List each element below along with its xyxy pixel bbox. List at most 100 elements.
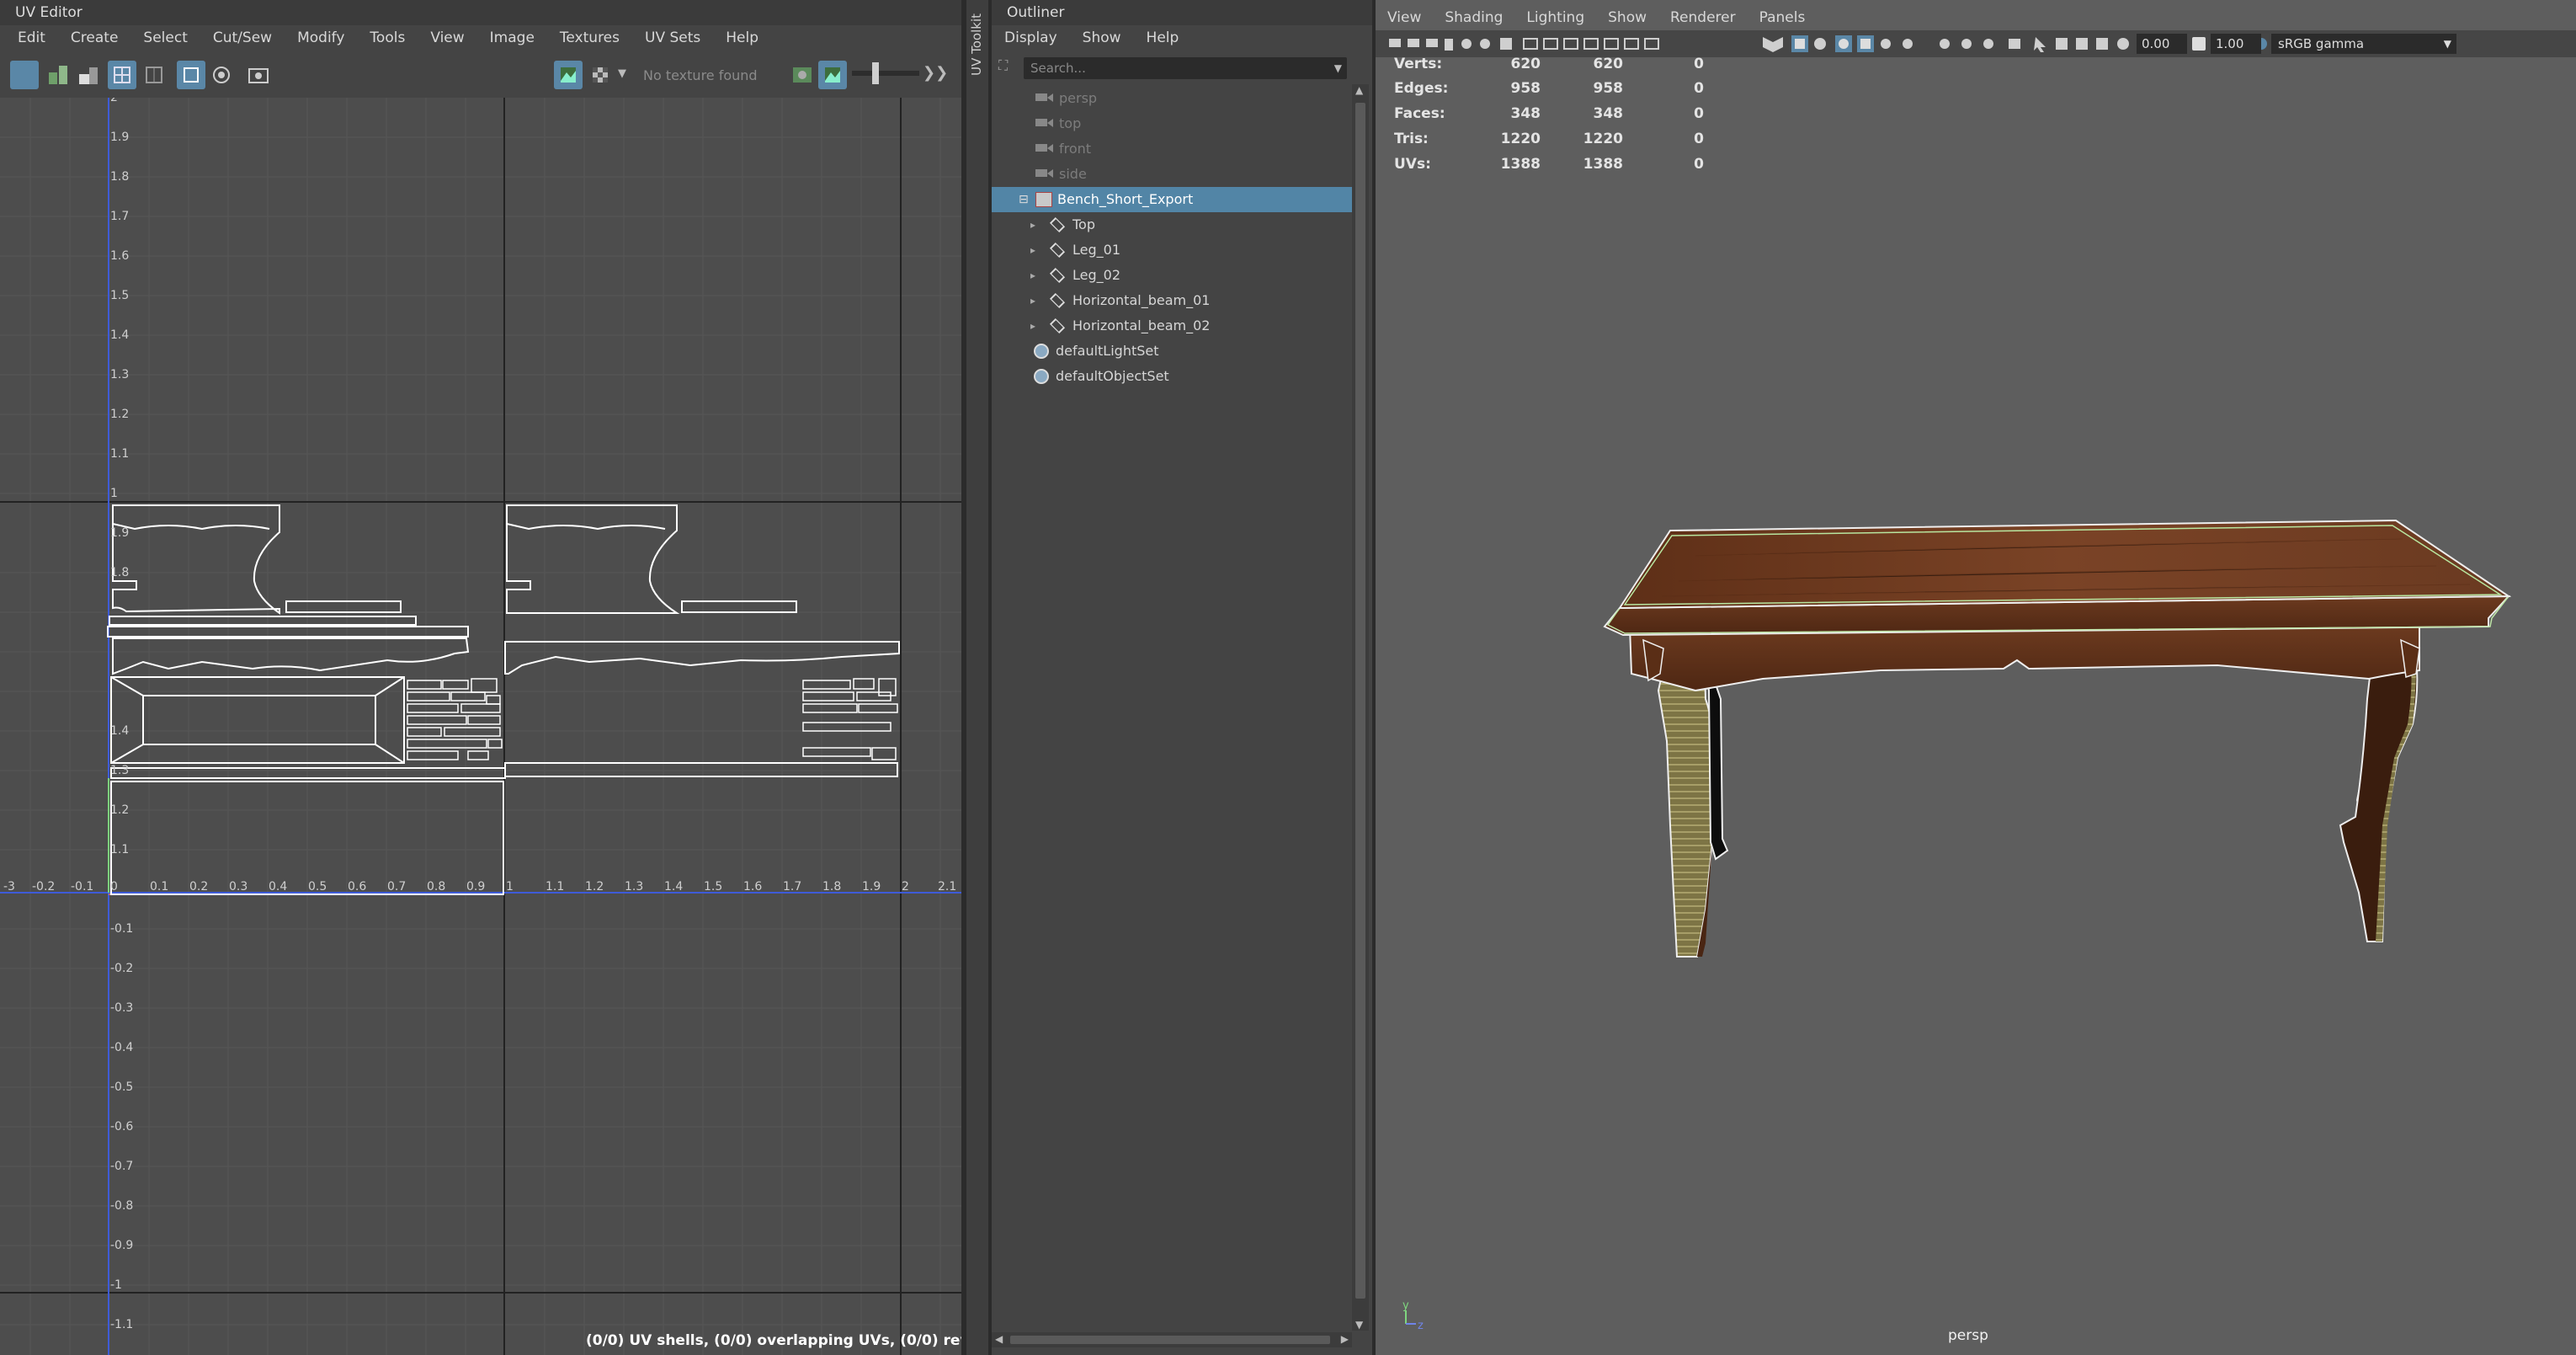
uv-y-tick: 1.2 bbox=[110, 408, 129, 421]
menu-show[interactable]: Show bbox=[1070, 25, 1134, 51]
menu-help[interactable]: Help bbox=[1134, 25, 1192, 51]
outliner-vertical-scrollbar[interactable]: ▲ ▼ bbox=[1352, 84, 1369, 1331]
outliner-item-persp[interactable]: persp bbox=[992, 86, 1352, 111]
uv-y-tick: -1 bbox=[110, 1278, 122, 1292]
target-icon[interactable] bbox=[207, 61, 236, 89]
outliner-item-bench-short-export[interactable]: ⊟ Bench_Short_Export bbox=[992, 187, 1352, 212]
scroll-down-icon[interactable]: ▼ bbox=[1355, 1319, 1363, 1331]
scrollbar-thumb[interactable] bbox=[1010, 1336, 1330, 1344]
outliner-item-leg-01[interactable]: ▸ Leg_01 bbox=[992, 237, 1352, 263]
camera-icon bbox=[1035, 93, 1047, 101]
scrollbar-thumb[interactable] bbox=[1355, 103, 1365, 1299]
expand-icon[interactable]: ▸ bbox=[1030, 212, 1035, 237]
collapse-icon[interactable]: ⊟ bbox=[1019, 187, 1029, 212]
scroll-right-icon[interactable]: ▶ bbox=[1341, 1333, 1349, 1345]
bench-model[interactable]: y z bbox=[1376, 0, 2576, 1355]
outliner-horizontal-scrollbar[interactable]: ◀ ▶ bbox=[992, 1332, 1352, 1347]
uv-x-tick: 1.5 bbox=[704, 880, 722, 894]
image-display-icon[interactable] bbox=[554, 61, 583, 89]
outliner-item-side[interactable]: side bbox=[992, 162, 1352, 187]
scroll-left-icon[interactable]: ◀ bbox=[995, 1333, 1003, 1345]
outliner-item-horizontal-beam-01[interactable]: ▸ Horizontal_beam_01 bbox=[992, 288, 1352, 313]
outliner-item-default-object-set[interactable]: defaultObjectSet bbox=[992, 364, 1352, 389]
uv-x-tick: 1.3 bbox=[625, 880, 643, 894]
menu-edit[interactable]: Edit bbox=[5, 25, 58, 51]
outliner-search-input[interactable]: Search... ▼ bbox=[1024, 57, 1347, 79]
outliner-item-label: Horizontal_beam_01 bbox=[1072, 292, 1211, 308]
uv-x-tick: 0.2 bbox=[189, 880, 208, 894]
uv-y-tick: 1.9 bbox=[110, 131, 129, 144]
uv-y-tick: 1.7 bbox=[110, 210, 129, 223]
checker-icon[interactable] bbox=[586, 61, 615, 89]
uv-y-tick: -0.4 bbox=[110, 1041, 133, 1054]
set-icon bbox=[1034, 344, 1049, 359]
uv-select-shell-icon[interactable] bbox=[10, 61, 39, 89]
expand-icon[interactable]: ▸ bbox=[1030, 237, 1035, 263]
outliner-item-label: persp bbox=[1059, 90, 1098, 106]
chevron-down-icon[interactable]: ▼ bbox=[1334, 62, 1342, 74]
uv-x-tick: 0 bbox=[110, 880, 118, 894]
expand-icon[interactable]: ▸ bbox=[1030, 313, 1035, 339]
menu-image[interactable]: Image bbox=[477, 25, 547, 51]
search-placeholder: Search... bbox=[1030, 61, 1086, 76]
menu-create[interactable]: Create bbox=[58, 25, 131, 51]
uv-y-tick: 1.4 bbox=[110, 724, 129, 738]
menu-cut-sew[interactable]: Cut/Sew bbox=[200, 25, 285, 51]
outliner-item-label: defaultLightSet bbox=[1056, 343, 1159, 359]
uv-y-tick: 1.6 bbox=[110, 249, 129, 263]
uv-y-tick: 1.2 bbox=[110, 803, 129, 817]
uv-x-tick: 1.8 bbox=[822, 880, 841, 894]
uv-y-tick: 1.1 bbox=[110, 447, 129, 461]
mesh-icon bbox=[1049, 267, 1066, 284]
uv-editor-menubar: Edit Create Select Cut/Sew Modify Tools View Im… bbox=[5, 25, 956, 51]
camera-snapshot-icon[interactable] bbox=[244, 61, 273, 89]
uv-shell-white-icon[interactable] bbox=[74, 61, 103, 89]
uv-x-tick: 0.5 bbox=[308, 880, 327, 894]
uv-toolkit-tab[interactable]: UV Toolkit bbox=[966, 0, 988, 1355]
outliner-title: Outliner bbox=[992, 0, 1372, 25]
outliner-item-top[interactable]: top bbox=[992, 111, 1352, 136]
uv-x-tick: 2 bbox=[902, 880, 909, 894]
uv-shell-green-icon[interactable] bbox=[44, 61, 72, 89]
menu-modify[interactable]: Modify bbox=[285, 25, 357, 51]
arrows-right-icon[interactable]: ❯❯ bbox=[923, 64, 948, 82]
menu-textures[interactable]: Textures bbox=[547, 25, 632, 51]
menu-display[interactable]: Display bbox=[992, 25, 1070, 51]
uv-y-tick: -0.8 bbox=[110, 1199, 133, 1213]
uv-grid-canvas[interactable]: -3 -0.2 -0.1 0 0.1 0.2 0.3 0.4 0.5 0.6 0… bbox=[0, 98, 961, 1355]
uv-x-tick: 0.4 bbox=[269, 880, 287, 894]
menu-select[interactable]: Select bbox=[130, 25, 200, 51]
menu-tools[interactable]: Tools bbox=[357, 25, 418, 51]
menu-help[interactable]: Help bbox=[713, 25, 771, 51]
frame-icon[interactable] bbox=[140, 61, 168, 89]
snap-icon[interactable] bbox=[177, 61, 205, 89]
expand-icon[interactable]: ▸ bbox=[1030, 263, 1035, 288]
exposure-slider-handle[interactable] bbox=[872, 62, 879, 84]
uv-x-tick: 1.7 bbox=[783, 880, 801, 894]
exposure-slider[interactable] bbox=[852, 71, 919, 76]
set-icon bbox=[1034, 369, 1049, 384]
outliner-item-label: side bbox=[1059, 166, 1087, 182]
outliner-panel: Outliner Display Show Help ⛶ Search... ▼ p… bbox=[992, 0, 1372, 1355]
outliner-item-top-mesh[interactable]: ▸ Top bbox=[992, 212, 1352, 237]
chevron-down-icon[interactable]: ▼ bbox=[618, 67, 626, 80]
outliner-item-leg-02[interactable]: ▸ Leg_02 bbox=[992, 263, 1352, 288]
outliner-filter-icon[interactable]: ⛶ bbox=[998, 57, 1019, 76]
outliner-item-label: Horizontal_beam_02 bbox=[1072, 317, 1211, 333]
uv-x-tick: 0.3 bbox=[229, 880, 247, 894]
uv-sync-icon[interactable] bbox=[788, 61, 817, 89]
outliner-item-front[interactable]: front bbox=[992, 136, 1352, 162]
menu-uv-sets[interactable]: UV Sets bbox=[632, 25, 713, 51]
outliner-item-horizontal-beam-02[interactable]: ▸ Horizontal_beam_02 bbox=[992, 313, 1352, 339]
expand-icon[interactable]: ▸ bbox=[1030, 288, 1035, 313]
scroll-up-icon[interactable]: ▲ bbox=[1355, 84, 1363, 96]
outliner-item-label: top bbox=[1059, 115, 1082, 131]
uv-y-tick: 1.8 bbox=[110, 170, 129, 184]
uv-y-tick: -0.6 bbox=[110, 1120, 133, 1134]
image-toggle-icon[interactable] bbox=[818, 61, 847, 89]
grid-toggle-icon[interactable] bbox=[108, 61, 136, 89]
camera-icon bbox=[1035, 144, 1047, 152]
outliner-item-default-light-set[interactable]: defaultLightSet bbox=[992, 339, 1352, 364]
menu-view[interactable]: View bbox=[418, 25, 476, 51]
axis-z-label: z bbox=[1418, 1320, 1424, 1332]
